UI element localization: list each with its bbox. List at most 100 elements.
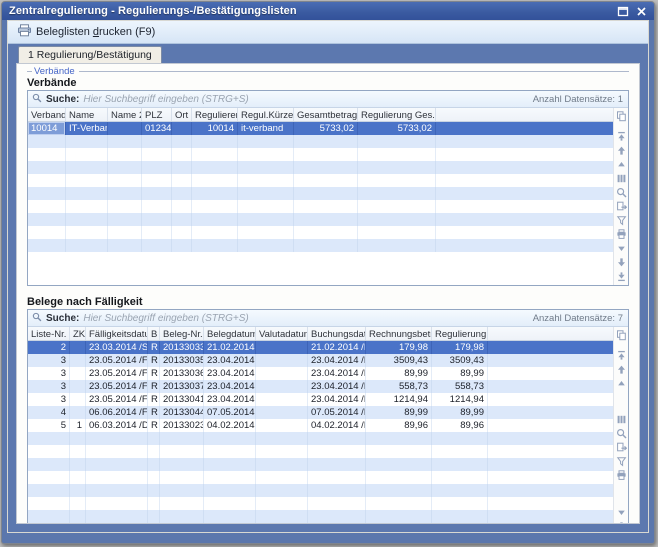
table-cell: [432, 471, 488, 484]
table-row-empty[interactable]: [28, 458, 613, 471]
column-header[interactable]: Gesamtbetrag €: [294, 108, 358, 121]
table-row-empty[interactable]: [28, 148, 613, 161]
verbaende-search-bar[interactable]: Suche: Hier Suchbegriff eingeben (STRG+S…: [28, 91, 628, 108]
column-header[interactable]: PLZ: [142, 108, 172, 121]
table-cell-filler: [436, 187, 613, 200]
table-row[interactable]: 323.05.2014 /FrR2013303623.04.2014 /Mi23…: [28, 367, 613, 380]
table-cell-filler: [436, 239, 613, 252]
table-row[interactable]: 323.05.2014 /FrR2013304123.04.2014 /Mi23…: [28, 393, 613, 406]
table-cell: [172, 213, 192, 226]
restore-window-icon[interactable]: [617, 6, 629, 17]
column-header[interactable]: Rechnungsbetrag €: [366, 327, 432, 340]
table-cell: [28, 148, 66, 161]
table-row[interactable]: 5106.03.2014 /DoR2013302304.02.2014 /Di0…: [28, 419, 613, 432]
table-row-empty[interactable]: [28, 445, 613, 458]
export-icon[interactable]: [615, 200, 627, 212]
table-row-empty[interactable]: [28, 226, 613, 239]
scroll-down-icon[interactable]: [615, 256, 627, 268]
close-window-icon[interactable]: [636, 6, 647, 17]
scroll-bottom-icon[interactable]: [615, 270, 627, 282]
table-cell: 1214,94: [432, 393, 488, 406]
table-cell: R: [148, 367, 160, 380]
copy-icon[interactable]: [615, 329, 627, 341]
column-header[interactable]: Regul.Kürzel: [238, 108, 294, 121]
table-cell: 179,98: [366, 341, 432, 354]
columns-icon[interactable]: [615, 172, 627, 184]
search-icon[interactable]: [615, 428, 627, 440]
column-header[interactable]: Name: [66, 108, 108, 121]
table-row-empty[interactable]: [28, 174, 613, 187]
filter-icon[interactable]: [615, 456, 627, 468]
row-up-icon[interactable]: [615, 377, 627, 389]
copy-icon[interactable]: [615, 110, 627, 122]
print-icon[interactable]: [615, 470, 627, 482]
column-header[interactable]: Valutadatum: [256, 327, 308, 340]
title-bar[interactable]: Zentralregulierung - Regulierungs-/Bestä…: [2, 2, 654, 20]
row-down-icon[interactable]: [615, 506, 627, 518]
scroll-up-icon[interactable]: [615, 144, 627, 156]
table-row-empty[interactable]: [28, 161, 613, 174]
table-row-empty[interactable]: [28, 523, 613, 524]
export-icon[interactable]: [615, 442, 627, 454]
table-row[interactable]: 406.06.2014 /FrR2013304407.05.2014 /Mi07…: [28, 406, 613, 419]
column-header[interactable]: B: [148, 327, 160, 340]
section-title-verbaende: Verbände: [27, 77, 629, 90]
row-up-icon[interactable]: [615, 158, 627, 170]
table-row[interactable]: 10014IT-Verband01234510014it-verband5733…: [28, 122, 613, 135]
column-header[interactable]: Regulierung Ges. €: [358, 108, 436, 121]
table-row[interactable]: 323.05.2014 /FrR2013303523.04.2014 /Mi23…: [28, 354, 613, 367]
column-header[interactable]: Verband: [28, 108, 66, 121]
table-cell: 23.04.2014 /Mi: [204, 393, 256, 406]
table-row-empty[interactable]: [28, 484, 613, 497]
print-icon[interactable]: [615, 228, 627, 240]
print-lists-button[interactable]: Beleglisten drucken (F9): [12, 21, 163, 43]
table-row-empty[interactable]: [28, 432, 613, 445]
table-cell: [108, 226, 142, 239]
table-cell: [28, 200, 66, 213]
column-header[interactable]: Belegdatum: [204, 327, 256, 340]
column-header-filler: [436, 108, 613, 121]
table-row-empty[interactable]: [28, 510, 613, 523]
column-header[interactable]: ZK: [70, 327, 86, 340]
column-header[interactable]: Name 2: [108, 108, 142, 121]
scroll-down-icon[interactable]: [615, 520, 627, 524]
tab-page: Verbände Verbände Suche: Hier Suchbegrif…: [8, 63, 648, 532]
table-row-empty[interactable]: [28, 135, 613, 148]
column-header[interactable]: Regulierung €: [432, 327, 488, 340]
tab-regulierung-bestaetigung[interactable]: 1 Regulierung/Bestätigung: [18, 46, 162, 63]
table-row[interactable]: 323.05.2014 /FrR2013303723.04.2014 /Mi23…: [28, 380, 613, 393]
table-cell: [256, 497, 308, 510]
belege-search-bar[interactable]: Suche: Hier Suchbegriff eingeben (STRG+S…: [28, 310, 628, 327]
row-down-icon[interactable]: [615, 242, 627, 254]
column-header[interactable]: Liste-Nr.▼: [28, 327, 70, 340]
table-row-empty[interactable]: [28, 471, 613, 484]
table-row-empty[interactable]: [28, 200, 613, 213]
table-row[interactable]: 223.03.2014 /SoR2013303321.02.2014 /Fr21…: [28, 341, 613, 354]
table-cell: [308, 471, 366, 484]
table-row-empty[interactable]: [28, 497, 613, 510]
column-header[interactable]: Beleg-Nr.: [160, 327, 204, 340]
table-cell: [86, 432, 148, 445]
column-header[interactable]: Ort: [172, 108, 192, 121]
columns-icon[interactable]: [615, 414, 627, 426]
table-cell: [358, 174, 436, 187]
column-header[interactable]: Regulierer: [192, 108, 238, 121]
table-cell: [238, 213, 294, 226]
scroll-top-icon[interactable]: [615, 130, 627, 142]
search-icon[interactable]: [615, 186, 627, 198]
scroll-top-icon[interactable]: [615, 349, 627, 361]
column-header[interactable]: Fälligkeitsdatum: [86, 327, 148, 340]
table-row-empty[interactable]: [28, 187, 613, 200]
column-header[interactable]: Buchungsdatum: [308, 327, 366, 340]
filter-icon[interactable]: [615, 214, 627, 226]
grid-header-row: Liste-Nr.▼ZKFälligkeitsdatumBBeleg-Nr.Be…: [28, 327, 613, 341]
table-cell: 21.02.2014 /Fr: [308, 341, 366, 354]
table-cell: R: [148, 419, 160, 432]
search-input[interactable]: Hier Suchbegriff eingeben (STRG+S): [83, 313, 528, 324]
table-row-empty[interactable]: [28, 213, 613, 226]
search-input[interactable]: Hier Suchbegriff eingeben (STRG+S): [83, 94, 528, 105]
table-cell: [160, 445, 204, 458]
table-row-empty[interactable]: [28, 239, 613, 252]
table-cell: [66, 135, 108, 148]
scroll-up-icon[interactable]: [615, 363, 627, 375]
